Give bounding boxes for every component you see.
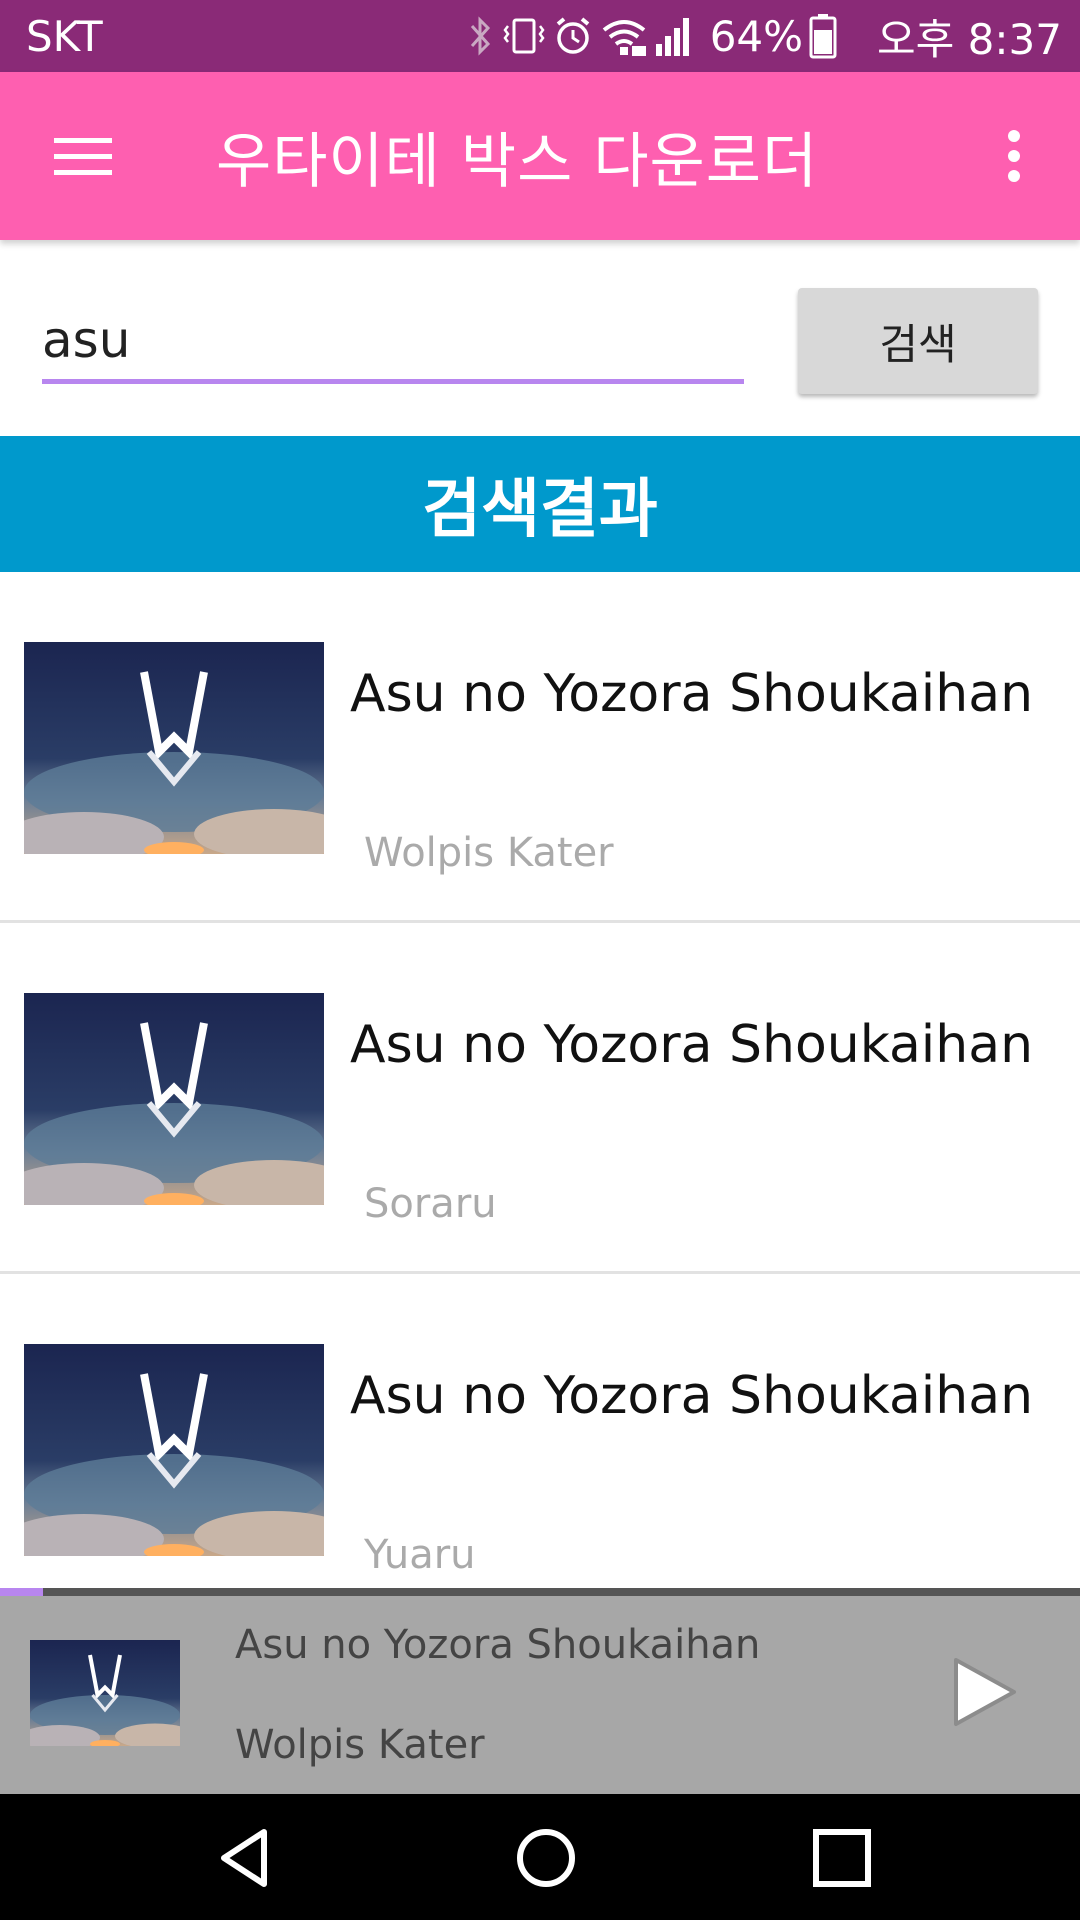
more-vert-icon[interactable]	[984, 72, 1044, 240]
playback-progress[interactable]	[0, 1588, 1080, 1596]
song-artist: Soraru	[364, 1181, 497, 1227]
player-album-art	[30, 1640, 180, 1746]
song-title: Asu no Yozora Shoukaihan	[350, 1366, 1034, 1426]
song-title: Asu no Yozora Shoukaihan	[350, 1015, 1034, 1075]
hamburger-menu-icon[interactable]	[40, 72, 126, 240]
search-button[interactable]: 검색	[798, 288, 1038, 394]
playback-progress-fill	[0, 1588, 44, 1596]
player-artist: Wolpis Kater	[235, 1722, 485, 1768]
song-title: Asu no Yozora Shoukaihan	[350, 664, 1034, 724]
recents-icon[interactable]	[806, 1822, 878, 1894]
system-nav-bar	[0, 1794, 1080, 1920]
alarm-icon	[556, 17, 589, 54]
album-art	[24, 1344, 324, 1556]
battery-percent: 64%	[709, 11, 804, 61]
mini-player[interactable]: Asu no Yozora Shoukaihan Wolpis Kater	[0, 1596, 1080, 1794]
wifi-icon	[602, 20, 646, 56]
play-icon[interactable]	[950, 1656, 1020, 1728]
search-input[interactable]	[42, 300, 744, 384]
list-item[interactable]: Asu no Yozora Shoukaihan Soraru	[0, 923, 1080, 1274]
app-title: 우타이테 박스 다운로더	[216, 126, 819, 197]
album-art	[24, 642, 324, 854]
vibrate-icon	[503, 18, 545, 54]
results-header: 검색결과	[0, 436, 1080, 572]
album-art	[24, 993, 324, 1205]
back-icon[interactable]	[212, 1822, 284, 1894]
player-title: Asu no Yozora Shoukaihan	[235, 1622, 761, 1668]
bluetooth-icon	[470, 16, 490, 56]
battery-icon	[809, 14, 837, 59]
clock: 오후 8:37	[877, 14, 1062, 64]
carrier-label: SKT	[26, 11, 103, 61]
list-item[interactable]: Asu no Yozora Shoukaihan Wolpis Kater	[0, 572, 1080, 923]
home-icon[interactable]	[510, 1822, 582, 1894]
status-icons: 64% 오후 8:37	[466, 6, 1062, 67]
song-artist: Wolpis Kater	[364, 830, 614, 876]
app-bar: 우타이테 박스 다운로더	[0, 72, 1080, 240]
status-bar: SKT 64% 오후 8:37	[0, 0, 1080, 72]
result-list: Asu no Yozora Shoukaihan Wolpis Kater As…	[0, 572, 1080, 1625]
cell-signal-icon	[655, 18, 689, 56]
list-item[interactable]: Asu no Yozora Shoukaihan Yuaru	[0, 1274, 1080, 1625]
song-artist: Yuaru	[364, 1532, 476, 1578]
